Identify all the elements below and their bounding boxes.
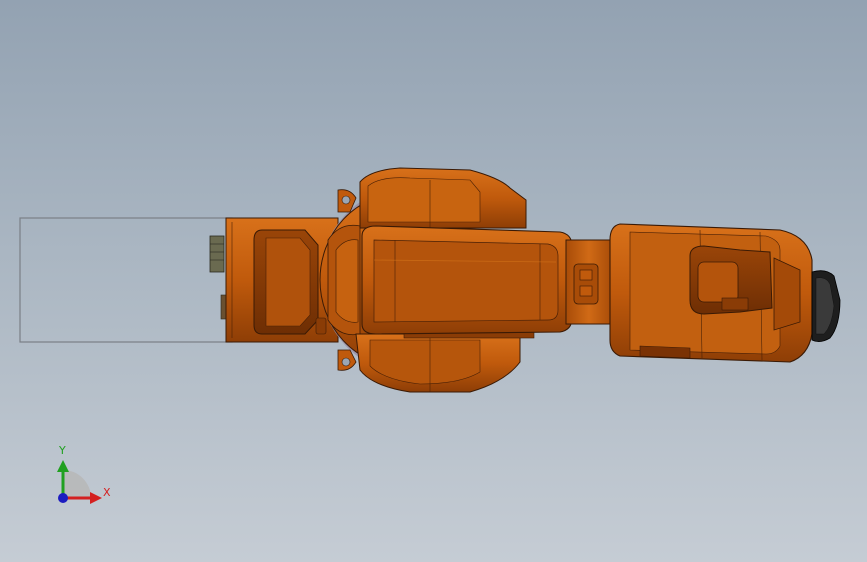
x-axis-label: X [103, 486, 111, 499]
coordinate-triad [57, 460, 102, 504]
y-axis-label: Y [59, 444, 66, 457]
z-axis-dot [58, 493, 68, 503]
graphics-viewport[interactable]: Y X [0, 0, 867, 562]
